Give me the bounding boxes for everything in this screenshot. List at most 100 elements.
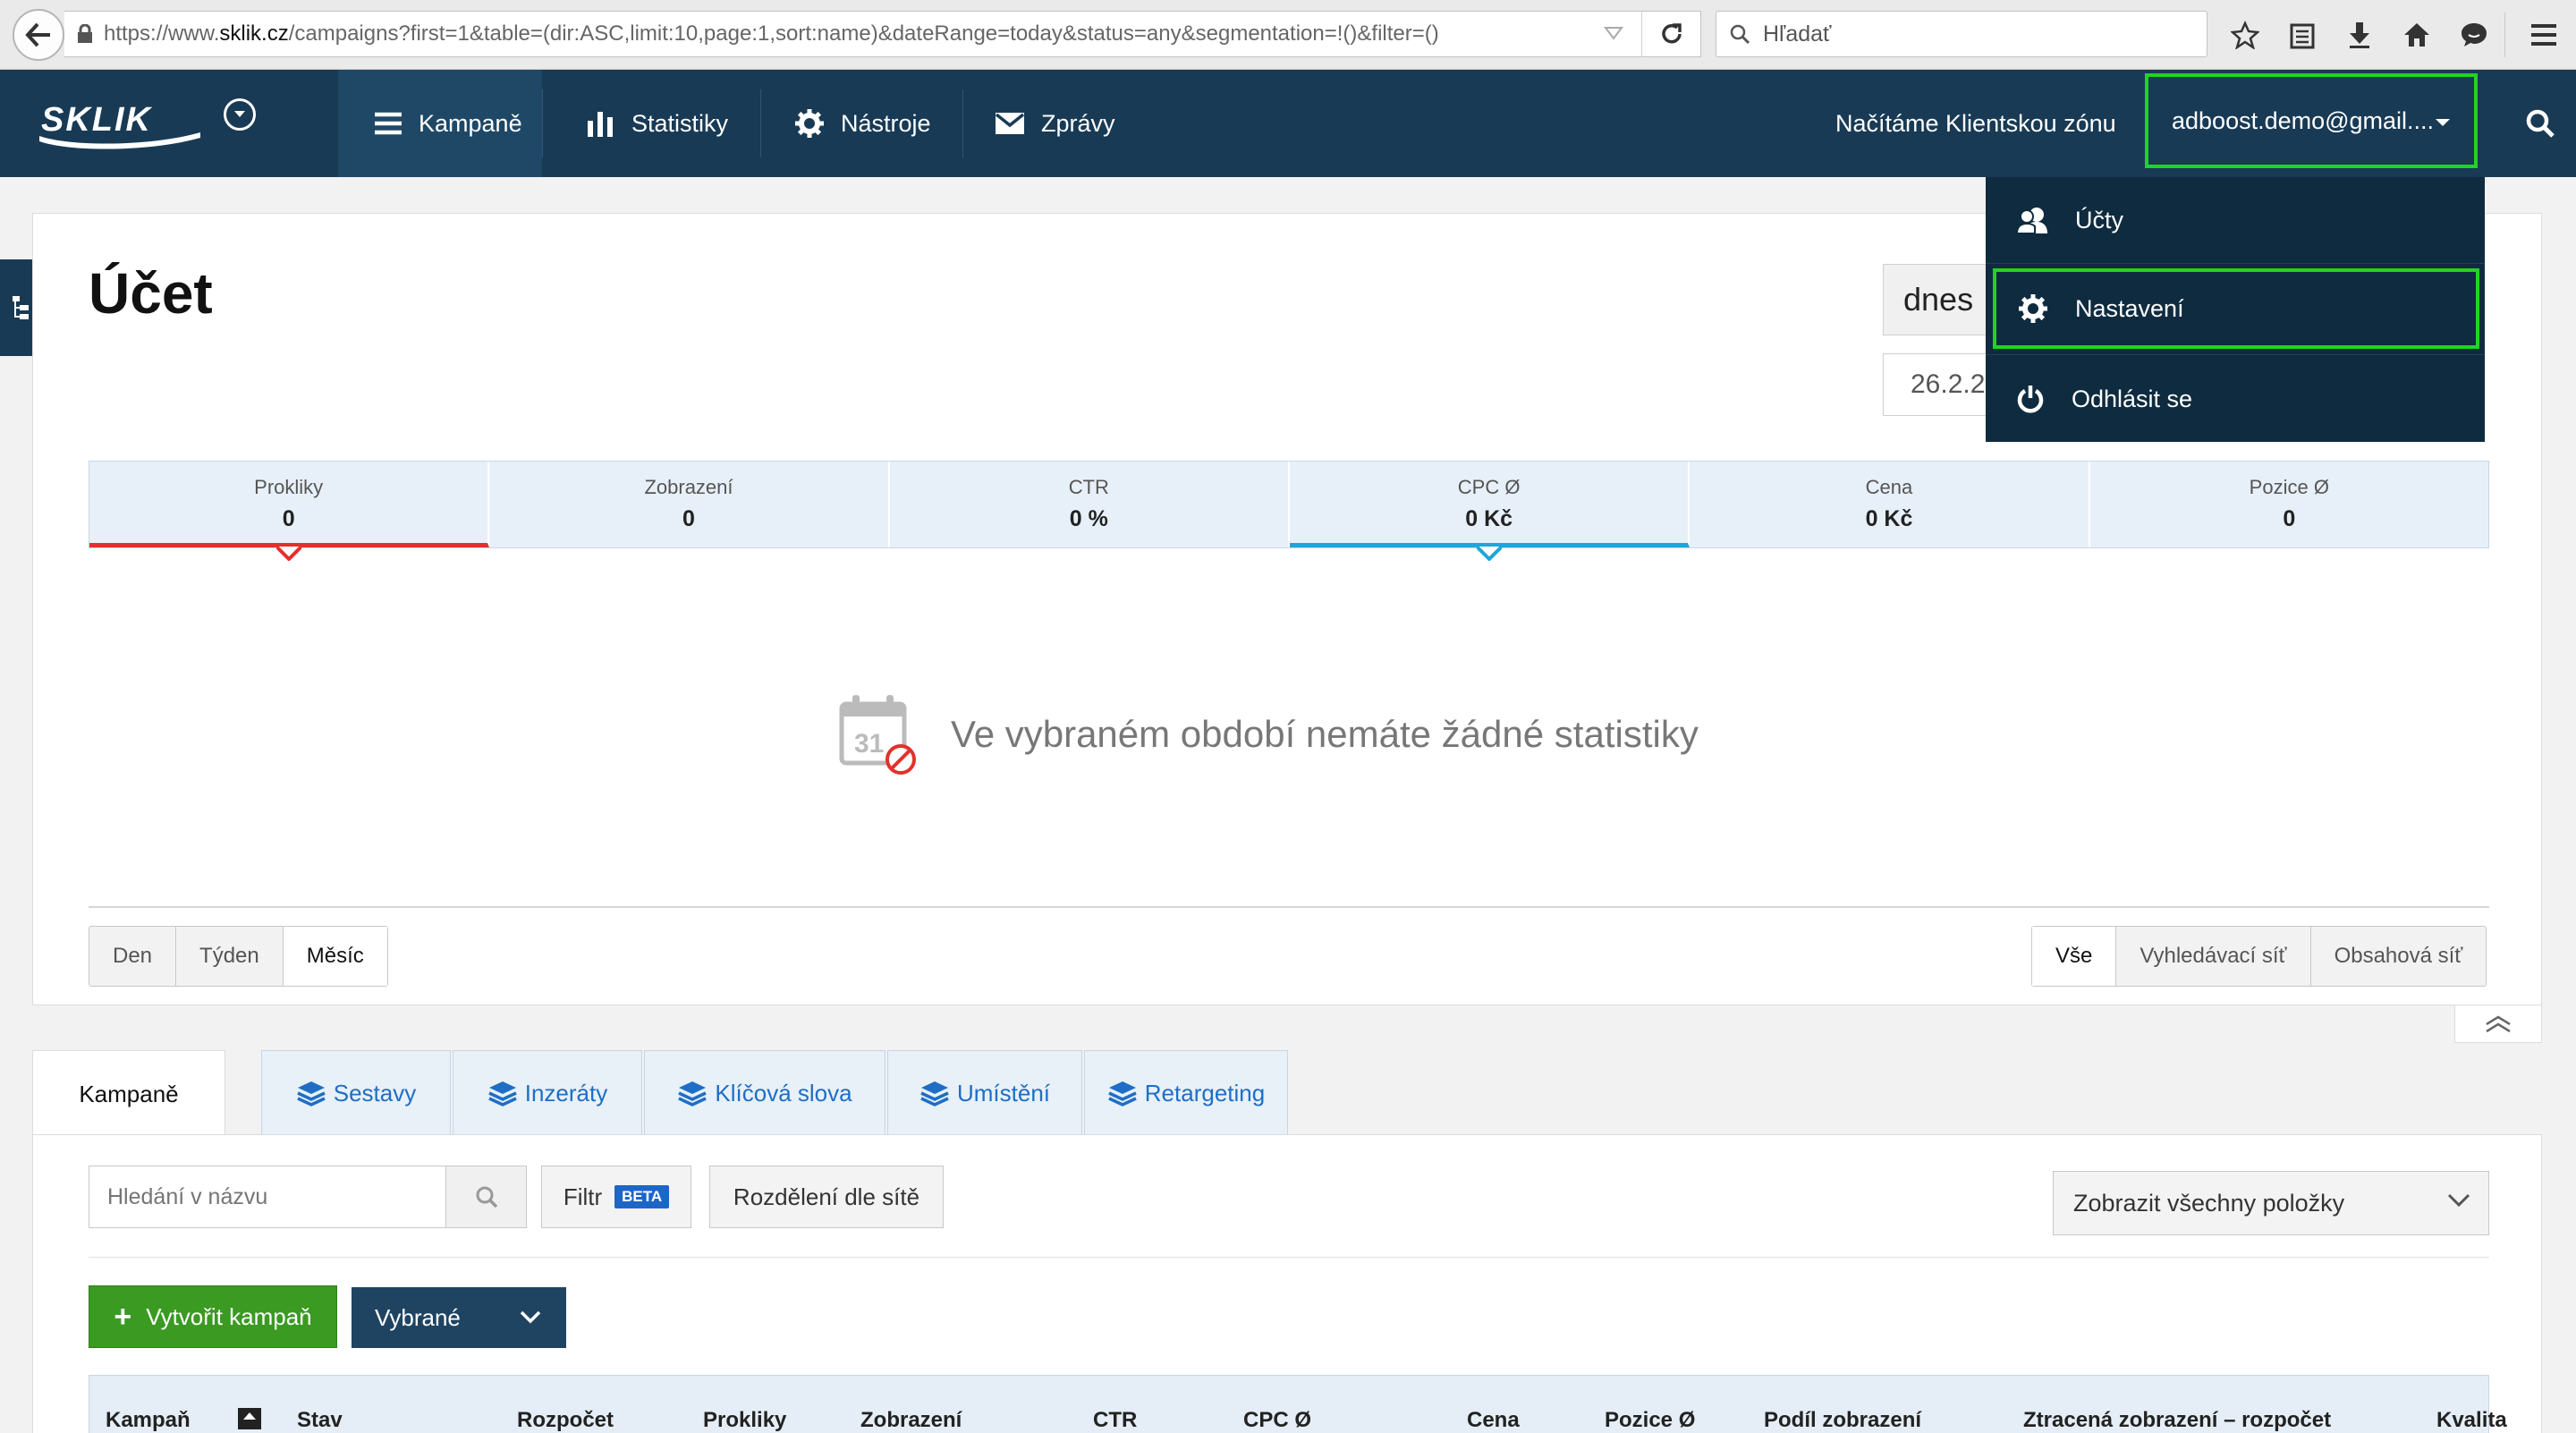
stat-label: Zobrazení [644, 476, 733, 498]
stat-clicks[interactable]: Prokliky 0 [89, 462, 490, 561]
downloads-button[interactable] [2331, 13, 2388, 57]
create-campaign-button[interactable]: + Vytvořit kampaň [89, 1285, 337, 1348]
marker-notch-icon [1476, 547, 1502, 561]
nav-tools[interactable]: Nástroje [794, 70, 931, 177]
granularity-day[interactable]: Den [89, 927, 177, 986]
stat-value: 0 % [1069, 506, 1108, 531]
account-menu: Účty Nastavení Odhlásit se [1986, 177, 2485, 442]
granularity-month[interactable]: Měsíc [283, 927, 387, 986]
nav-campaigns-label: Kampaně [419, 109, 522, 137]
reload-icon [1661, 23, 1682, 44]
column-header[interactable]: Kampaň [106, 1408, 191, 1433]
chat-button[interactable] [2445, 13, 2503, 57]
account-dropdown-button[interactable]: adboost.demo@gmail.... [2145, 73, 2478, 168]
filter-label: Filtr [563, 1183, 603, 1210]
nav-campaigns[interactable]: Kampaně [338, 70, 542, 177]
browser-toolbar: https://www. sklik.cz/campaigns?first=1&t… [0, 0, 2576, 70]
reload-button[interactable] [1641, 12, 1700, 56]
layers-icon [297, 1081, 326, 1107]
column-header[interactable]: Prokliky [703, 1408, 786, 1433]
granularity-switch: Den Týden Měsíc [89, 926, 388, 987]
nav-tools-label: Nástroje [841, 109, 931, 137]
column-header[interactable]: Podíl zobrazení [1764, 1408, 1921, 1433]
tab-retargeting[interactable]: Retargeting [1084, 1050, 1288, 1136]
header-search-button[interactable] [2504, 70, 2576, 177]
stat-value: 0 [2283, 506, 2296, 531]
back-button[interactable] [13, 9, 64, 61]
show-items-select[interactable]: Zobrazit všechny položky [2053, 1171, 2489, 1235]
browser-menu-button[interactable] [2504, 13, 2558, 57]
back-arrow-icon [25, 22, 50, 47]
tab-placements[interactable]: Umístění [887, 1050, 1082, 1136]
stat-ctr[interactable]: CTR 0 % [890, 462, 1290, 547]
stat-cpc[interactable]: CPC Ø 0 Kč [1289, 462, 1690, 561]
envelope-icon [995, 113, 1025, 134]
double-chevron-up-icon [2486, 1015, 2511, 1032]
reading-list-button[interactable] [2274, 13, 2331, 57]
layers-icon [678, 1081, 708, 1107]
column-header[interactable]: CPC Ø [1243, 1408, 1311, 1433]
menu-item-accounts[interactable]: Účty [1986, 177, 2485, 263]
menu-item-logout[interactable]: Odhlásit se [1986, 356, 2485, 442]
tab-label: Sestavy [333, 1079, 417, 1107]
url-path: /campaigns?first=1&table=(dir:ASC,limit:… [288, 21, 1439, 46]
tab-keywords[interactable]: Klíčová slova [644, 1050, 886, 1136]
sklik-logo[interactable]: SKLIK [34, 97, 204, 150]
chat-bubble-icon [2462, 23, 2487, 47]
menu-item-settings[interactable]: Nastavení [1993, 268, 2479, 349]
name-search-input[interactable] [89, 1166, 445, 1227]
tab-ads[interactable]: Inzeráty [453, 1050, 642, 1136]
stat-value: 0 [282, 506, 295, 531]
nav-statistics-label: Statistiky [631, 109, 729, 137]
network-all[interactable]: Vše [2032, 927, 2117, 986]
collapse-panel-button[interactable] [2454, 1005, 2542, 1043]
stat-position[interactable]: Pozice Ø 0 [2090, 462, 2488, 547]
address-bar[interactable]: https://www. sklik.cz/campaigns?first=1&t… [64, 11, 1701, 57]
column-header[interactable]: Pozice Ø [1605, 1408, 1695, 1433]
split-by-network-button[interactable]: Rozdělení dle sítě [709, 1166, 944, 1228]
search-icon [476, 1186, 497, 1208]
column-header[interactable]: Kvalita [2436, 1408, 2507, 1433]
gear-icon [795, 109, 824, 138]
menu-item-label: Odhlásit se [2072, 385, 2193, 412]
column-header[interactable]: Cena [1467, 1408, 1520, 1433]
column-header[interactable]: CTR [1093, 1408, 1137, 1433]
logo-dropdown-button[interactable] [224, 98, 256, 131]
hamburger-icon [2531, 24, 2556, 46]
url-host: sklik.cz [219, 21, 289, 46]
network-content[interactable]: Obsahová síť [2311, 927, 2487, 986]
bookmark-star-button[interactable] [2216, 13, 2274, 57]
column-header[interactable]: Rozpočet [517, 1408, 614, 1433]
nav-messages[interactable]: Zprávy [995, 70, 1115, 177]
granularity-week[interactable]: Týden [176, 927, 284, 986]
name-search-button[interactable] [445, 1166, 526, 1227]
calendar-day: 31 [854, 729, 884, 759]
tab-campaigns[interactable]: Kampaně [32, 1050, 225, 1138]
sort-ascending-icon[interactable] [238, 1408, 261, 1429]
account-email: adboost.demo@gmail.... [2172, 106, 2435, 134]
selected-actions-dropdown[interactable]: Vybrané [352, 1287, 566, 1348]
tab-label: Umístění [956, 1079, 1051, 1107]
column-header[interactable]: Stav [297, 1408, 343, 1433]
stat-cost[interactable]: Cena 0 Kč [1690, 462, 2090, 547]
selected-label: Vybrané [375, 1303, 461, 1331]
url-dropdown-icon[interactable] [1604, 26, 1623, 40]
home-icon [2404, 23, 2429, 47]
network-switch: Vše Vyhledávací síť Obsahová síť [2031, 926, 2487, 987]
date-input[interactable]: 26.2.2 [1883, 353, 1990, 416]
column-header[interactable]: Zobrazení [860, 1408, 962, 1433]
clipboard-icon [2290, 23, 2315, 49]
browser-search[interactable]: Hľadať [1716, 11, 2207, 57]
date-range-button[interactable]: dnes [1883, 264, 1990, 335]
column-header[interactable]: Ztracená zobrazení – rozpočet [2023, 1408, 2331, 1433]
nav-statistics[interactable]: Statistiky [587, 70, 728, 177]
name-search [89, 1166, 527, 1228]
home-button[interactable] [2388, 13, 2445, 57]
menu-item-label: Účty [2075, 206, 2123, 233]
tab-ad-groups[interactable]: Sestavy [261, 1050, 451, 1136]
users-icon [2016, 208, 2047, 234]
filter-button[interactable]: Filtr BETA [541, 1166, 691, 1228]
network-search[interactable]: Vyhledávací síť [2116, 927, 2311, 986]
stat-label: Pozice Ø [2249, 476, 2329, 498]
stat-impressions[interactable]: Zobrazení 0 [489, 462, 890, 547]
